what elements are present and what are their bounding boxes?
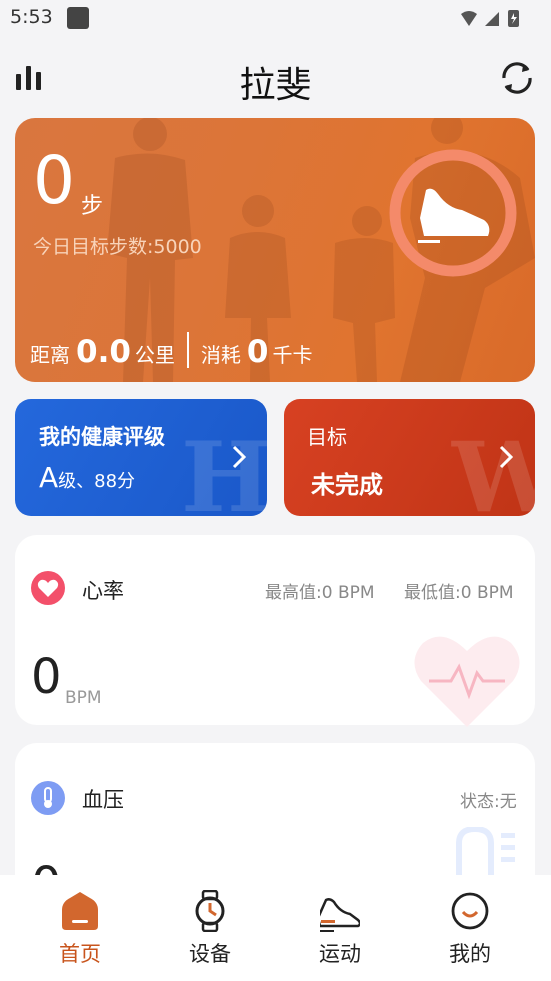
goal-title: 目标	[307, 425, 347, 449]
heart-rate-max: 最高值:0 BPM	[265, 583, 375, 603]
heart-rate-card[interactable]: 心率 最高值:0 BPM 最低值:0 BPM 0 BPM	[15, 535, 535, 727]
bottom-tab-bar: 首页 设备 运动 我的	[0, 875, 551, 981]
home-icon	[62, 892, 98, 930]
watermark-h: H	[181, 421, 267, 516]
tab-sport[interactable]: 运动	[290, 875, 390, 981]
steps-card[interactable]: 0 步 今日目标步数:5000 距离 0.0 公里 消耗 0 千卡	[15, 118, 535, 382]
goal-status: 未完成	[311, 471, 383, 499]
heart-pulse-icon	[414, 636, 520, 727]
app-header: 拉斐	[0, 46, 551, 110]
blood-pressure-title: 血压	[82, 788, 124, 812]
watermark-w: W	[452, 421, 535, 516]
distance-value: 0.0	[76, 334, 131, 370]
chevron-right-icon	[499, 445, 514, 469]
blood-pressure-status: 状态:无	[460, 792, 517, 812]
distance-label: 距离	[30, 343, 70, 367]
tab-sport-label: 运动	[319, 942, 361, 966]
profile-icon	[451, 892, 489, 930]
heart-rate-min: 最低值:0 BPM	[404, 583, 514, 603]
tab-home[interactable]: 首页	[30, 875, 130, 981]
chevron-right-icon	[232, 445, 247, 469]
steps-goal: 今日目标步数:5000	[33, 236, 202, 258]
tab-home-label: 首页	[59, 942, 101, 966]
calories-value: 0	[246, 334, 269, 370]
wifi-icon	[461, 11, 477, 26]
divider	[186, 332, 189, 368]
calories-unit: 千卡	[272, 343, 313, 367]
heart-rate-value: 0	[31, 649, 62, 705]
goal-card[interactable]: W 目标 未完成	[284, 399, 535, 516]
watch-icon	[195, 890, 225, 932]
tab-profile[interactable]: 我的	[420, 875, 520, 981]
heart-rate-title: 心率	[82, 579, 124, 603]
calories-label: 消耗	[200, 343, 241, 367]
notification-icon	[67, 7, 89, 29]
page-title: 拉斐	[239, 65, 312, 106]
system-status-icons	[461, 10, 519, 27]
health-rating-value: A级、88分	[39, 461, 135, 494]
distance-unit: 公里	[134, 343, 175, 367]
health-rating-card[interactable]: H 我的健康评级 A级、88分	[15, 399, 267, 516]
tab-device-label: 设备	[189, 942, 231, 966]
status-bar: 5:53	[0, 0, 551, 36]
tab-device[interactable]: 设备	[160, 875, 260, 981]
thermometer-icon	[31, 781, 65, 815]
steps-unit: 步	[81, 194, 104, 219]
tab-profile-label: 我的	[449, 942, 491, 966]
shoe-progress-icon	[389, 149, 517, 277]
status-time: 5:53	[10, 6, 53, 28]
heart-icon	[31, 571, 65, 605]
health-grade: A	[39, 461, 59, 494]
health-grade-suffix: 级、88分	[58, 471, 136, 492]
sync-icon[interactable]	[498, 59, 536, 97]
signal-icon	[485, 12, 499, 26]
health-rating-title: 我的健康评级	[39, 425, 165, 449]
heart-rate-unit: BPM	[65, 688, 102, 708]
shoe-icon	[320, 898, 360, 932]
distance-calories-row: 距离 0.0 公里 消耗 0 千卡	[30, 328, 313, 368]
steps-value: 0	[33, 142, 75, 219]
